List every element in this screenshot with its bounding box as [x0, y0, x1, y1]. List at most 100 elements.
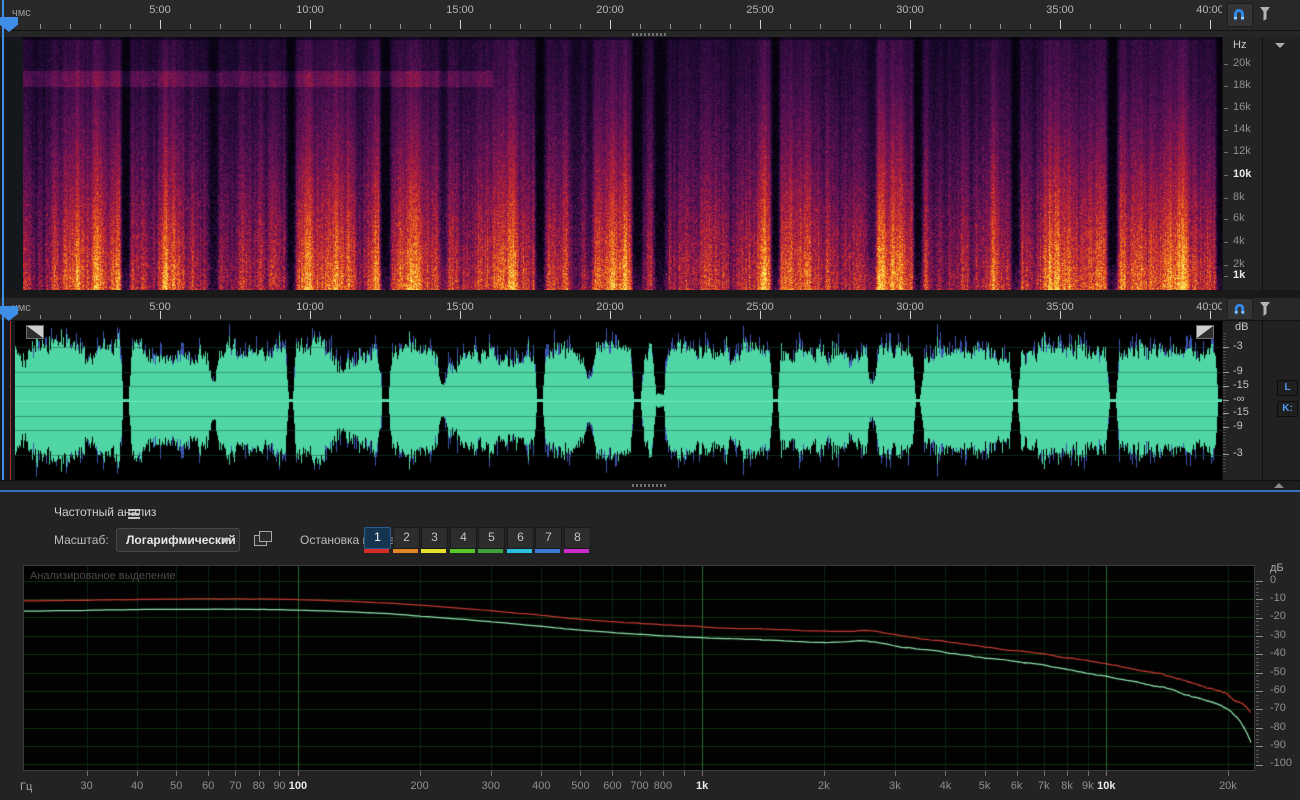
y-axis-tick — [1256, 702, 1259, 703]
ruler-tick — [790, 315, 791, 319]
chevron-down-icon[interactable] — [1275, 43, 1285, 48]
x-axis-tick — [823, 771, 825, 776]
snapping-toggle-button[interactable] — [1227, 298, 1253, 320]
ruler-tick — [100, 24, 101, 29]
x-axis-tick — [1016, 771, 1018, 776]
y-axis-tick — [1256, 624, 1259, 626]
ruler-tick — [310, 20, 311, 29]
y-axis-tick — [1256, 676, 1259, 678]
y-axis-tick — [1256, 602, 1259, 604]
db-tick — [1223, 386, 1229, 387]
snapping-toggle-button[interactable] — [1227, 3, 1253, 27]
ruler-tick — [370, 315, 371, 319]
ruler-tick — [340, 24, 341, 29]
frequency-tick — [1224, 198, 1228, 199]
panel-title: Частотный анализ — [54, 505, 157, 519]
spectral-ruler-track[interactable]: чмс 5:00 10:00 15:00 20:00 25:00 30:00 35:00 40… — [0, 0, 1222, 30]
channel-button-k[interactable]: K: — [1277, 401, 1298, 417]
view-separator[interactable] — [0, 290, 1300, 298]
ruler-time-label: 40:00 — [1196, 4, 1222, 16]
ruler-tick — [730, 315, 731, 319]
ruler-time-label: 30:00 — [896, 4, 924, 16]
copy-graph-button[interactable] — [254, 530, 274, 548]
ruler-tick — [1180, 24, 1181, 29]
ruler-tick — [520, 315, 521, 319]
ruler-time-label: 5:00 — [149, 301, 171, 313]
panel-resize-grip[interactable] — [632, 33, 668, 36]
x-axis-tick-label: 3k — [889, 780, 901, 792]
y-axis-tick-label: -90 — [1270, 739, 1286, 752]
hold-frame-button-6[interactable]: 6 — [507, 527, 534, 549]
panel-resize-grip[interactable] — [632, 484, 668, 487]
db-minor-tick — [1223, 465, 1226, 466]
panel-menu-icon[interactable] — [128, 507, 140, 521]
amplitude-scale-ruler[interactable]: dB -3 -9 -15 -∞ -15 -9 -3 — [1222, 321, 1263, 480]
ruler-tick — [1150, 315, 1151, 319]
db-minor-tick — [1223, 447, 1226, 448]
ruler-tick — [160, 20, 161, 29]
ruler-time-label: 35:00 — [1046, 301, 1074, 313]
frequency-plot-canvas[interactable] — [24, 566, 1254, 770]
channel-button-l[interactable]: L — [1277, 380, 1298, 396]
y-axis-tick-label: -100 — [1270, 757, 1293, 770]
x-axis-tick — [1043, 771, 1045, 776]
chevron-up-icon[interactable] — [1274, 483, 1284, 488]
x-axis-tick — [1087, 771, 1089, 776]
db-minor-tick — [1223, 468, 1226, 469]
y-axis-tick — [1256, 668, 1259, 670]
x-axis-tick — [541, 771, 543, 776]
db-minor-tick — [1223, 381, 1226, 382]
frequency-scale-ruler[interactable]: Hz 20k 18k 16k 14k 12k 10k 8k 6k 4k 2k 1k — [1222, 37, 1263, 290]
hold-frame-button-7[interactable]: 7 — [535, 527, 562, 549]
waveform-ruler-track[interactable]: чмс 5:00 10:00 15:00 20:00 25:00 30:00 35:00 40… — [0, 298, 1222, 320]
ruler-tick — [880, 24, 881, 29]
funnel-icon[interactable] — [1258, 300, 1272, 318]
scale-dropdown[interactable]: Логарифмический — [116, 528, 240, 552]
y-axis-tick — [1256, 665, 1259, 667]
y-axis-tick — [1256, 746, 1263, 748]
hold-frame-button-3[interactable]: 3 — [421, 527, 448, 549]
y-axis-tick — [1256, 617, 1263, 619]
zoom-corner-icon[interactable] — [1196, 325, 1214, 339]
playhead-line[interactable] — [2, 0, 4, 480]
y-axis-tick — [1256, 657, 1259, 659]
y-axis-tick — [1256, 716, 1259, 718]
hold-frame-button-8[interactable]: 8 — [564, 527, 591, 549]
spectrogram-canvas[interactable] — [23, 37, 1222, 290]
funnel-icon[interactable] — [1258, 5, 1272, 23]
y-axis-tick — [1256, 591, 1259, 593]
x-axis-tick-label: 4k — [939, 780, 952, 792]
waveform-time-ruler[interactable]: чмс 5:00 10:00 15:00 20:00 25:00 30:00 35:00 40… — [0, 298, 1300, 321]
y-axis-tick — [1256, 727, 1263, 729]
ruler-tick — [1060, 20, 1061, 29]
waveform-canvas[interactable] — [15, 321, 1222, 480]
hold-frame-button-4[interactable]: 4 — [450, 527, 477, 549]
x-axis-tick-label: 30 — [80, 780, 93, 792]
ruler-tick — [550, 315, 551, 319]
ruler-time-label: 10:00 — [296, 4, 324, 16]
db-minor-tick — [1223, 357, 1226, 358]
x-axis-tick-label: 20k — [1219, 780, 1237, 792]
ruler-tick — [580, 24, 581, 29]
ruler-tick — [610, 20, 611, 29]
y-axis-tick-label: -10 — [1270, 592, 1286, 605]
db-minor-tick — [1223, 375, 1226, 376]
y-axis-tick — [1256, 749, 1259, 751]
ruler-tick — [880, 315, 881, 319]
hold-frame-button-5[interactable]: 5 — [478, 527, 505, 549]
spectral-time-ruler[interactable]: чмс 5:00 10:00 15:00 20:00 25:00 30:00 35:00 40… — [0, 0, 1300, 31]
db-minor-tick — [1223, 336, 1226, 337]
db-tick-label: -3 — [1233, 340, 1243, 352]
ruler-tick — [1150, 24, 1151, 29]
hold-frame-button-1[interactable]: 1 — [364, 527, 391, 549]
db-tick-label: -3 — [1233, 447, 1243, 459]
hold-frame-button-2[interactable]: 2 — [393, 527, 420, 549]
zoom-corner-icon[interactable] — [26, 325, 44, 339]
db-minor-tick — [1223, 438, 1226, 439]
y-axis-tick-label: 0 — [1270, 573, 1277, 586]
y-axis-tick — [1256, 632, 1259, 634]
ruler-time-label: 10:00 — [296, 301, 324, 313]
ruler-tick — [490, 315, 491, 319]
db-tick — [1223, 454, 1229, 455]
waveform-playhead-line[interactable] — [10, 321, 11, 480]
